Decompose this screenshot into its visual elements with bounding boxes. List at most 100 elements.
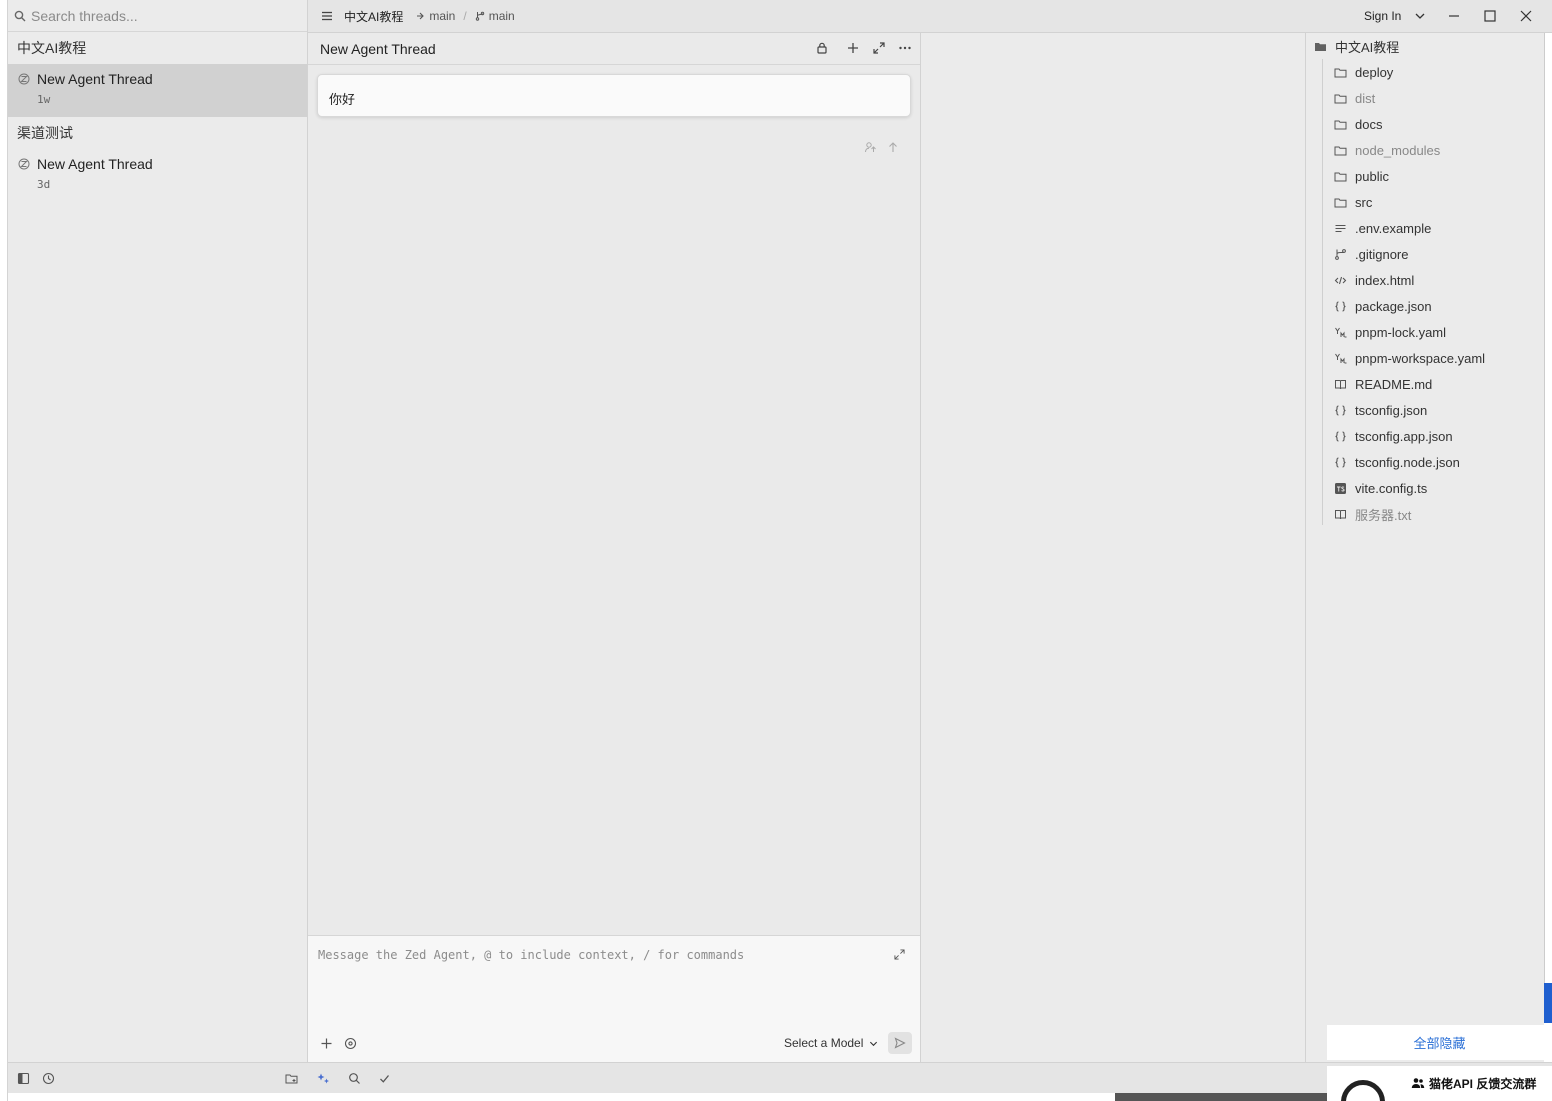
worktree-selector[interactable]: main <box>415 9 455 23</box>
branch-label: main <box>488 9 515 23</box>
maximize-icon[interactable] <box>1483 9 1497 23</box>
agent-panel: New Agent Thread 你好 Select a Model <box>308 33 921 1062</box>
breadcrumb-separator: / <box>463 9 467 23</box>
message-composer: Select a Model <box>308 935 920 1062</box>
project-entry-label: .env.example <box>1355 220 1432 236</box>
project-entry-label: public <box>1355 168 1389 184</box>
search-threads-input[interactable] <box>31 7 291 24</box>
project-entry-label: deploy <box>1355 64 1394 80</box>
project-entry[interactable]: docs <box>1334 111 1382 137</box>
send-button[interactable] <box>888 1032 912 1054</box>
project-entry[interactable]: deploy <box>1334 59 1393 85</box>
indent-guide <box>1322 59 1323 525</box>
agent-panel-header: New Agent Thread <box>308 33 920 65</box>
hide-all-button[interactable]: 全部隐藏 <box>1327 1025 1552 1060</box>
project-entry-label: tsconfig.json <box>1355 402 1428 418</box>
project-entry[interactable]: pnpm-lock.yaml <box>1334 319 1446 345</box>
background-window-edge <box>1544 33 1552 983</box>
worktree-label: main <box>429 9 456 23</box>
project-entry-label: src <box>1355 194 1373 210</box>
group-chat-title: 猫佬API 反馈交流群 <box>1429 1077 1537 1091</box>
title-bar: 中文AI教程 main / main Sign In <box>308 0 1552 33</box>
project-name[interactable]: 中文AI教程 <box>344 8 403 25</box>
thread-age: 3d <box>37 178 51 191</box>
editor-pane <box>921 33 1305 1062</box>
project-entry[interactable]: .gitignore <box>1334 241 1408 267</box>
more-options-icon[interactable] <box>898 41 912 55</box>
send-icon <box>894 1037 906 1049</box>
toggle-left-dock-icon[interactable] <box>17 1072 30 1085</box>
hamburger-menu-icon[interactable] <box>320 9 334 23</box>
thread-item[interactable]: New Agent Thread 1w <box>8 64 307 117</box>
project-entry[interactable]: index.html <box>1334 267 1414 293</box>
history-icon[interactable] <box>42 1072 55 1085</box>
project-panel: 中文AI教程 deploy dist docs node_modulespublic s… <box>1305 33 1544 1062</box>
thread-item[interactable]: New Agent Thread 3d <box>8 149 307 202</box>
project-entry[interactable]: public <box>1334 163 1389 189</box>
message-input[interactable] <box>318 948 878 1008</box>
chevron-down-icon <box>870 1041 878 1046</box>
project-entry[interactable]: package.json <box>1334 293 1432 319</box>
project-root-label: 中文AI教程 <box>1335 40 1400 55</box>
book-icon <box>1334 508 1347 521</box>
yaml-icon <box>1334 352 1347 365</box>
project-entry[interactable]: .env.example <box>1334 215 1431 241</box>
model-selector[interactable]: Select a Model <box>784 1036 878 1050</box>
branch-selector[interactable]: main <box>475 9 515 23</box>
background-window-edge <box>0 0 8 1101</box>
project-entry-label: vite.config.ts <box>1355 480 1428 496</box>
zed-agent-icon <box>18 73 30 85</box>
ts-icon <box>1334 482 1347 495</box>
check-icon[interactable] <box>378 1072 391 1085</box>
agent-sparkle-icon[interactable] <box>317 1072 330 1085</box>
folder-icon <box>1334 196 1347 209</box>
project-entry[interactable]: pnpm-workspace.yaml <box>1334 345 1485 371</box>
close-icon[interactable] <box>1519 9 1533 23</box>
group-chat-notification[interactable]: 猫佬API 反馈交流群 <box>1327 1066 1552 1101</box>
threads-sidebar: 中文AI教程 New Agent Thread 1w 渠道测试 New Agen… <box>8 0 308 1093</box>
worktree-icon <box>417 12 425 20</box>
model-selector-label: Select a Model <box>784 1036 864 1050</box>
project-entry[interactable]: src <box>1334 189 1372 215</box>
code-icon <box>1334 274 1347 287</box>
project-entry[interactable]: dist <box>1334 85 1375 111</box>
background-accent <box>1544 983 1552 1023</box>
project-entry-label: node_modules <box>1355 142 1441 158</box>
folder-open-icon <box>1315 43 1326 51</box>
project-entry[interactable]: 服务器.txt <box>1334 501 1411 527</box>
status-bar <box>8 1062 1552 1093</box>
project-root[interactable]: 中文AI教程 <box>1314 37 1399 56</box>
minimize-icon[interactable] <box>1447 9 1461 23</box>
project-entry[interactable]: README.md <box>1334 371 1432 397</box>
project-entry-label: pnpm-workspace.yaml <box>1355 350 1486 366</box>
sign-in-button[interactable]: Sign In <box>1364 9 1401 23</box>
user-message[interactable]: 你好 <box>317 74 911 117</box>
avatar <box>1341 1080 1385 1101</box>
add-context-icon[interactable] <box>320 1037 333 1050</box>
profile-settings-icon[interactable] <box>344 1037 357 1050</box>
braces-icon <box>1334 430 1347 443</box>
lock-icon[interactable] <box>815 41 829 55</box>
project-entry[interactable]: node_modules <box>1334 137 1440 163</box>
lines-icon <box>1334 222 1347 235</box>
people-icon <box>1411 1078 1425 1088</box>
project-entry[interactable]: vite.config.ts <box>1334 475 1427 501</box>
braces-icon <box>1334 456 1347 469</box>
project-entry-label: tsconfig.app.json <box>1355 428 1453 444</box>
expand-icon[interactable] <box>872 41 886 55</box>
project-entry[interactable]: tsconfig.node.json <box>1334 449 1460 475</box>
project-entry[interactable]: tsconfig.app.json <box>1334 423 1453 449</box>
chevron-down-icon[interactable] <box>1414 10 1426 22</box>
plus-icon[interactable] <box>846 41 860 55</box>
scroll-to-top-icon[interactable] <box>887 141 899 153</box>
user-feedback-icon[interactable] <box>864 141 876 153</box>
book-icon <box>1334 378 1347 391</box>
project-entry-label: README.md <box>1355 376 1433 392</box>
expand-editor-icon[interactable] <box>894 949 905 960</box>
project-entry[interactable]: tsconfig.json <box>1334 397 1427 423</box>
search-icon <box>14 10 26 21</box>
folder-icon <box>1334 118 1347 131</box>
search-icon[interactable] <box>348 1072 361 1085</box>
new-folder-icon[interactable] <box>285 1072 298 1085</box>
project-entry-label: index.html <box>1355 272 1415 288</box>
